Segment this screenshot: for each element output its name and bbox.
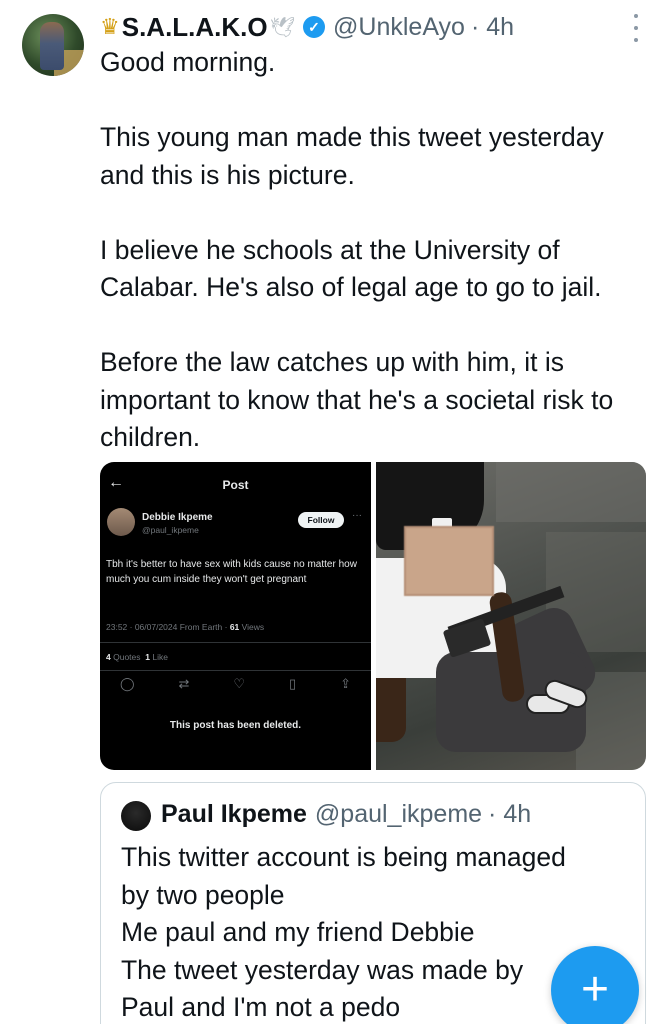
quoted-author-handle: @paul_ikpeme <box>314 800 483 828</box>
tweet-paragraph: I believe he schools at the University o… <box>100 234 602 303</box>
tweet-paragraph: This young man made this tweet yesterday… <box>100 122 604 190</box>
quoted-line: Me paul and my friend Debbie <box>121 917 475 947</box>
author-handle[interactable]: @UnkleAyo <box>333 13 465 42</box>
post-text: Tbh it's better to have sex with kids ca… <box>106 559 357 585</box>
share-icon: ⇪ <box>340 676 351 691</box>
bookmark-icon: ▯ <box>288 676 297 691</box>
quoted-line: by two people <box>121 879 285 910</box>
media-photo-image[interactable] <box>376 462 646 770</box>
post-actions: ◯ ⇄ ♡ ▯ ⇪ <box>120 676 351 692</box>
author-name[interactable]: S.A.L.A.K.O <box>122 12 268 43</box>
retweet-icon: ⇄ <box>178 676 190 691</box>
tweet-paragraph: Before the law catches up with him, it i… <box>100 347 614 452</box>
media-screenshot-image[interactable]: ← Post Debbie Ikpeme @paul_ikpeme Follow… <box>100 462 371 770</box>
avatar <box>107 508 135 536</box>
post-author-handle: @paul_ikpeme <box>142 525 199 535</box>
quoted-author-name: Paul Ikpeme <box>161 800 307 828</box>
tweet-body: Good morning. This young man made this t… <box>100 44 645 457</box>
post-author-name: Debbie Ikpeme <box>142 512 213 523</box>
reply-icon: ◯ <box>120 676 135 691</box>
verified-badge-icon: ✓ <box>303 16 326 38</box>
tweet-time: · 4h <box>470 12 515 41</box>
blurred-face <box>406 528 492 594</box>
tweet-paragraph: Good morning. <box>100 47 276 77</box>
tweet-header: ♛ S.A.L.A.K.O 🕊 ✓ @UnkleAyo · 4h <box>100 10 514 44</box>
post-meta: 23:52 · 06/07/2024 From Earth · 61 Views <box>106 622 265 632</box>
compose-button[interactable]: + <box>551 946 639 1024</box>
quoted-avatar <box>121 801 151 831</box>
more-options-icon[interactable] <box>631 14 641 42</box>
crown-icon: ♛ <box>100 14 120 39</box>
author-avatar[interactable] <box>22 14 84 76</box>
more-icon: ··· <box>352 510 362 521</box>
deleted-notice: This post has been deleted. <box>169 720 302 731</box>
post-title: Post <box>222 478 249 492</box>
dove-icon: 🕊 <box>269 16 296 39</box>
post-stats: 4 Quotes 1 Like <box>106 652 168 662</box>
tweet-media: ← Post Debbie Ikpeme @paul_ikpeme Follow… <box>100 462 646 770</box>
quoted-line: This twitter account is being managed <box>121 842 566 872</box>
follow-button: Follow <box>298 512 344 528</box>
like-icon: ♡ <box>233 676 246 691</box>
quoted-time: · 4h <box>488 800 532 828</box>
quoted-header: Paul Ikpeme @paul_ikpeme · 4h <box>161 800 531 829</box>
